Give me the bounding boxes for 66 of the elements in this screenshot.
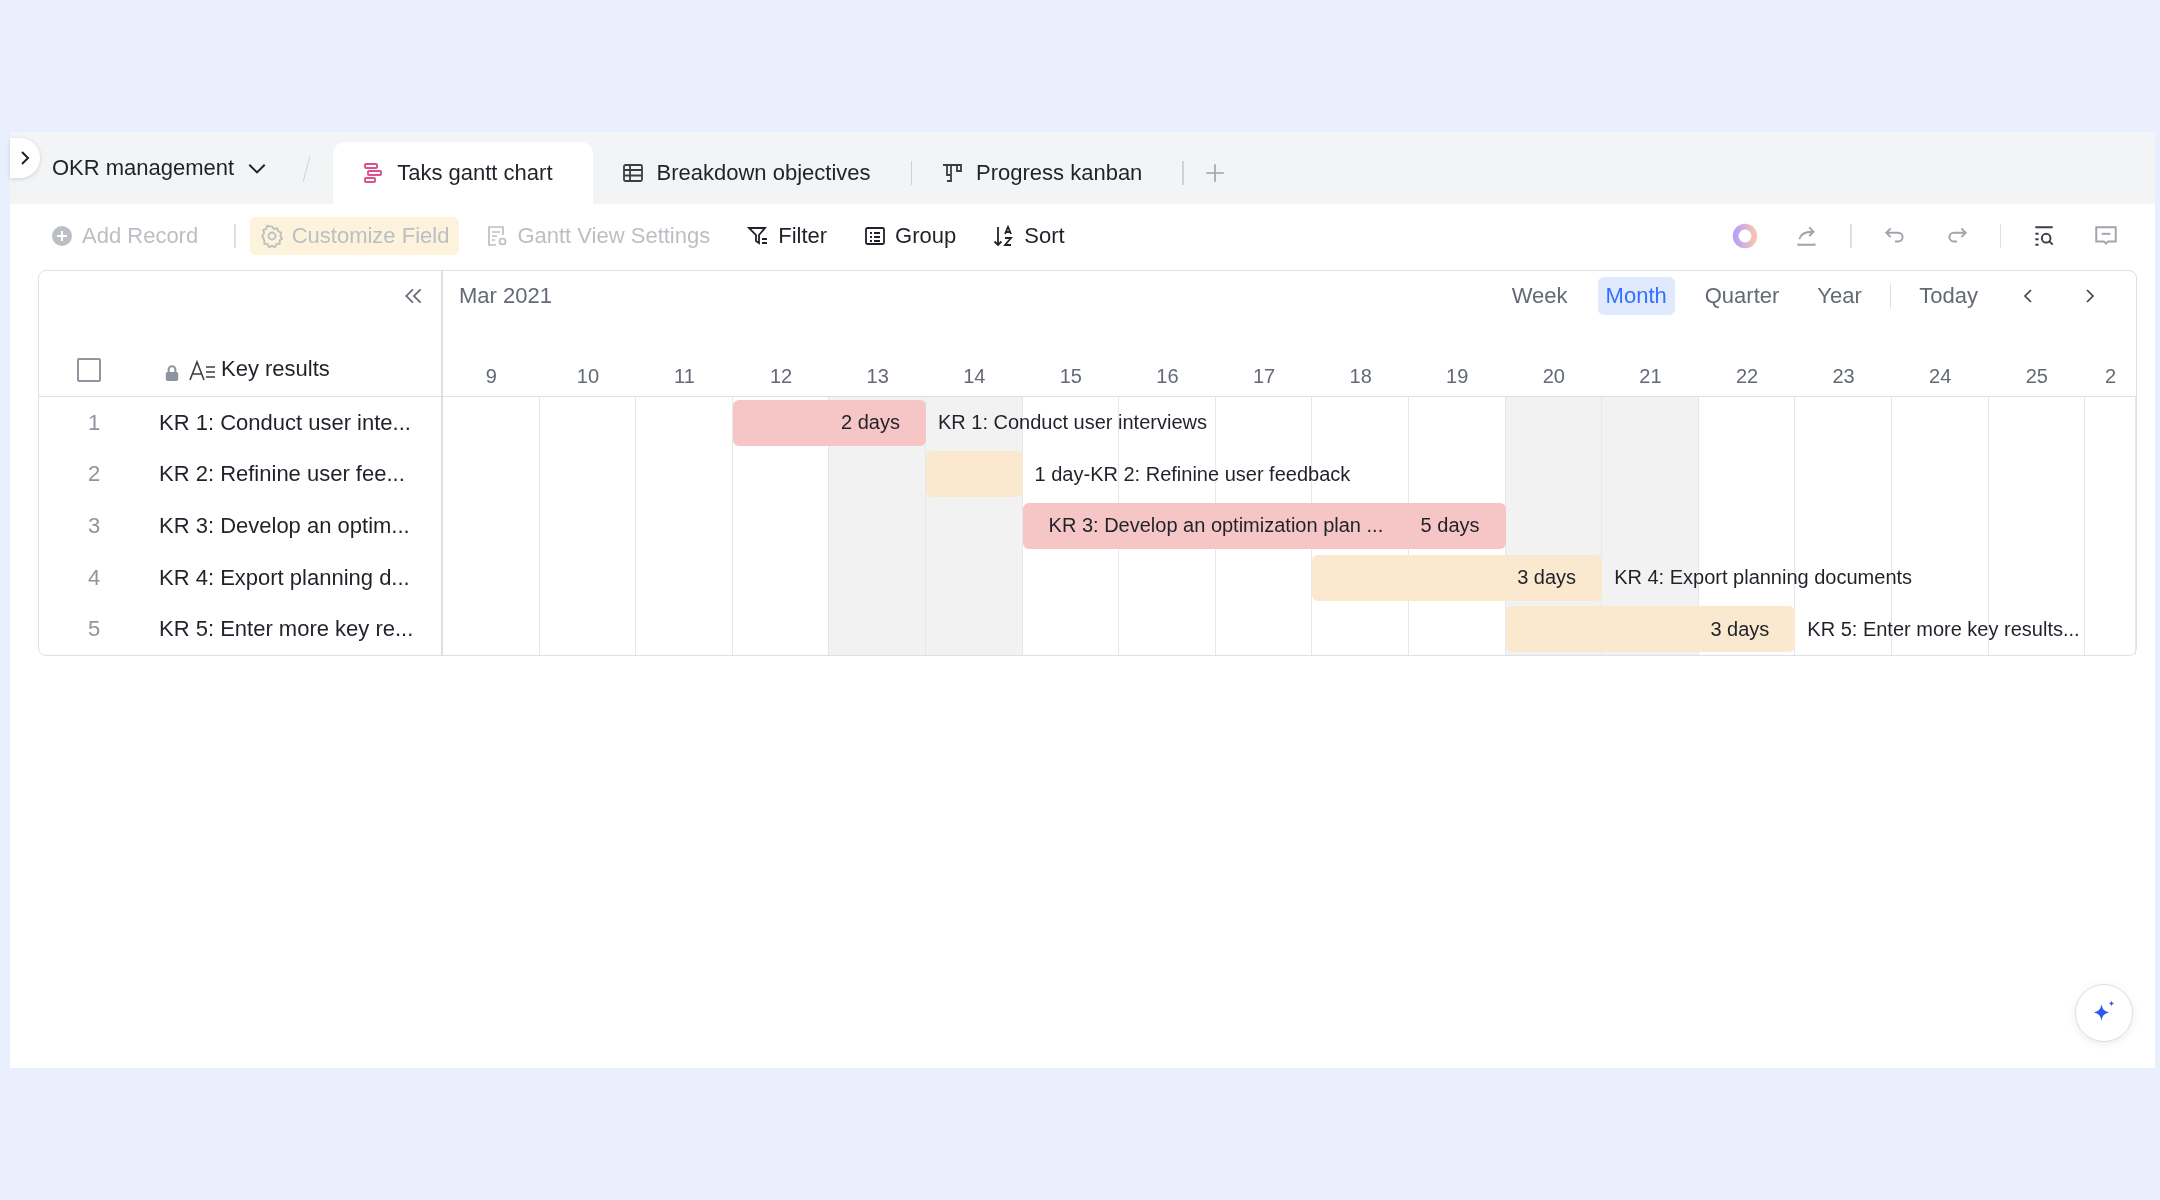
day-label: 19 [1445, 365, 1470, 388]
day-label: 22 [1734, 365, 1760, 388]
bar-duration: 2 days [841, 411, 900, 435]
kanban-icon [940, 161, 965, 185]
select-all-checkbox[interactable] [77, 358, 101, 382]
task-bar[interactable]: 2 days [732, 399, 926, 446]
day-label: 15 [1058, 365, 1083, 388]
plus-icon [1203, 162, 1226, 184]
record-title[interactable]: KR 5: Enter more key re... [159, 616, 414, 643]
day-label: 12 [768, 365, 794, 388]
plus-circle-icon [50, 224, 74, 248]
record-title[interactable]: KR 3: Develop an optim... [159, 513, 410, 539]
record-title[interactable]: KR 4: Export planning d... [159, 564, 410, 591]
bar-title: KR 3: Develop an optimization plan ... [1048, 514, 1384, 538]
day-label: 17 [1251, 365, 1277, 388]
timescale-tab[interactable]: Quarter [1696, 277, 1788, 315]
day-label: 20 [1541, 365, 1566, 388]
day-label: 14 [962, 365, 987, 388]
task-bar[interactable]: KR 3: Develop an optimization plan ... 5 days [1022, 503, 1506, 549]
month-label: Mar 2021 [459, 283, 552, 309]
day-label: 16 [1155, 365, 1180, 388]
record-title[interactable]: KR 2: Refinine user fee... [159, 461, 405, 488]
today-button[interactable]: Today [1911, 277, 1986, 315]
toolbar-button[interactable]: Group [853, 217, 967, 255]
task-label: KR 4: Export planning documents [1613, 566, 1914, 590]
toolbar-button[interactable]: Filter [736, 217, 838, 255]
base-title-dropdown[interactable]: OKR management [52, 132, 283, 204]
view-tab[interactable]: Taks gantt chart [333, 142, 593, 204]
task-label: 1 day-KR 2: Refinine user feedback [1033, 462, 1352, 486]
lock-icon [163, 364, 181, 382]
day-label: 10 [575, 365, 600, 388]
row-number: 1 [86, 409, 102, 436]
expand-sidebar-button[interactable] [10, 138, 40, 178]
timescale-tab[interactable]: Week [1503, 277, 1576, 315]
text-field-icon [189, 360, 217, 382]
day-label: 21 [1638, 365, 1663, 388]
row-number: 4 [86, 564, 102, 591]
day-label: 18 [1348, 365, 1373, 388]
row-number: 5 [86, 616, 102, 643]
task-bar[interactable]: 3 days [1312, 554, 1603, 601]
record-title[interactable]: KR 1: Conduct user inte... [159, 409, 411, 436]
day-label: 9 [484, 365, 498, 388]
view-tab[interactable]: Progress kanban [912, 142, 1183, 204]
day-label: 13 [865, 365, 890, 388]
day-label: 23 [1831, 365, 1856, 388]
day-label: 11 [673, 365, 696, 388]
bar-duration: 3 days [1710, 617, 1770, 641]
column-header: Key results [221, 356, 330, 382]
timescale-tab[interactable]: Month [1597, 277, 1675, 315]
view-tab[interactable]: Breakdown objectives [592, 142, 911, 204]
ring-icon [1731, 222, 1759, 250]
task-label: KR 1: Conduct user interviews [936, 411, 1208, 435]
day-label: 2 [2104, 365, 2118, 388]
bar-duration: 5 days [1420, 514, 1480, 538]
day-label: 25 [2024, 365, 2049, 388]
toolbar-button[interactable]: Sort [982, 217, 1075, 255]
row-number: 2 [86, 461, 102, 488]
timescale-tab[interactable]: Year [1809, 277, 1870, 315]
bar-duration: 3 days [1517, 566, 1577, 590]
task-label: KR 5: Enter more key results... [1806, 617, 2081, 641]
day-label: 24 [1928, 365, 1953, 388]
task-bar[interactable]: 3 days [1505, 606, 1796, 653]
table-icon [620, 161, 645, 185]
row-number: 3 [86, 513, 102, 539]
list-icon [863, 224, 888, 248]
gear-icon [259, 224, 284, 248]
